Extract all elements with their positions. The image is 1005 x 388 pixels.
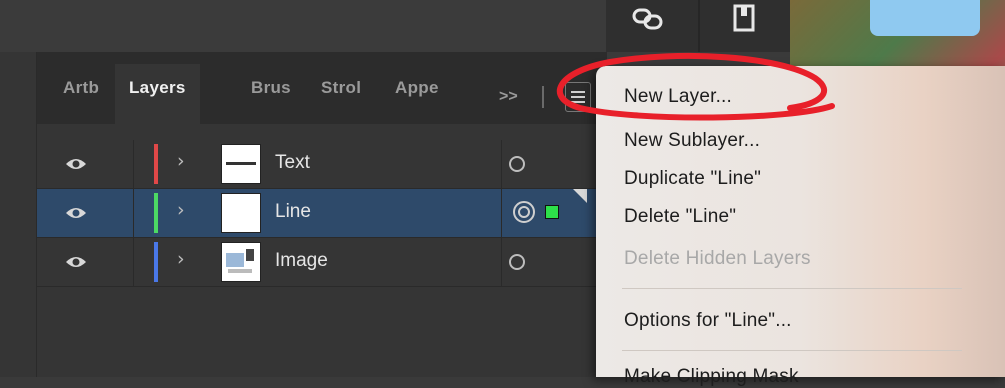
menu-item-new-layer[interactable]: New Layer... (624, 86, 732, 108)
layer-thumbnail (221, 193, 261, 233)
corner-marker-icon (573, 189, 587, 203)
layer-color-bar (154, 242, 158, 282)
layers-panel: Artb Layers Brus Strol Appe >> › Text › (36, 52, 607, 377)
menu-separator (622, 288, 962, 289)
tab-divider (542, 86, 544, 108)
menu-item-duplicate[interactable]: Duplicate "Line" (624, 168, 761, 190)
tab-brushes[interactable]: Brus (251, 76, 291, 124)
layer-color-bar (154, 193, 158, 233)
menu-item-delete-hidden: Delete Hidden Layers (624, 248, 811, 269)
layer-color-bar (154, 144, 158, 184)
eye-icon[interactable] (65, 203, 87, 223)
tab-artboards[interactable]: Artb (63, 76, 99, 124)
tab-appearance[interactable]: Appe (395, 76, 439, 124)
menu-item-delete[interactable]: Delete "Line" (624, 206, 736, 228)
menu-separator (622, 350, 962, 351)
panel-context-menu: New Layer... New Sublayer... Duplicate "… (596, 66, 1005, 387)
layer-name[interactable]: Image (275, 250, 328, 272)
layer-row-text[interactable]: › Text (37, 140, 607, 188)
chevron-right-icon[interactable]: › (177, 150, 185, 172)
hamburger-icon (571, 91, 585, 93)
selection-indicator[interactable] (545, 205, 559, 219)
tab-layers[interactable]: Layers (115, 64, 200, 124)
target-selected-icon[interactable] (513, 201, 535, 223)
layer-thumbnail (221, 144, 261, 184)
menu-item-make-clipping-mask[interactable]: Make Clipping Mask (624, 366, 799, 388)
eye-icon[interactable] (65, 154, 87, 174)
chevron-right-icon[interactable]: › (177, 248, 185, 270)
canvas-shape (870, 0, 980, 36)
menu-item-options[interactable]: Options for "Line"... (624, 310, 792, 332)
layer-thumbnail (221, 242, 261, 282)
document-icon[interactable] (724, 4, 764, 34)
layer-name[interactable]: Text (275, 152, 310, 174)
eye-icon[interactable] (65, 252, 87, 272)
tab-overflow-button[interactable]: >> (499, 88, 518, 106)
layer-row-line[interactable]: › Line (37, 189, 607, 237)
layer-name[interactable]: Line (275, 201, 311, 223)
panel-menu-button[interactable] (565, 82, 591, 112)
link-icon[interactable] (628, 4, 668, 34)
tab-stroke[interactable]: Strol (321, 76, 361, 124)
panel-icon-strip (606, 0, 790, 52)
layer-row-image[interactable]: › Image (37, 238, 607, 286)
panel-left-edge (0, 52, 36, 377)
menu-item-new-sublayer[interactable]: New Sublayer... (624, 130, 760, 152)
target-circle-icon[interactable] (509, 254, 525, 270)
strip-divider (698, 0, 700, 52)
chevron-right-icon[interactable]: › (177, 199, 185, 221)
panel-tab-bar: Artb Layers Brus Strol Appe >> (37, 52, 607, 124)
target-circle-icon[interactable] (509, 156, 525, 172)
